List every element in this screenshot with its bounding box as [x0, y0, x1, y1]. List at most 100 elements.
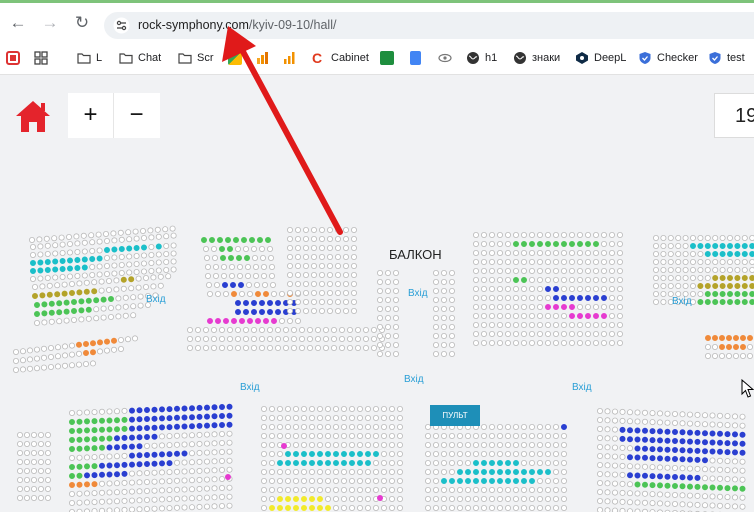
seat[interactable]	[44, 250, 51, 257]
seat[interactable]	[45, 494, 52, 501]
seat[interactable]	[488, 258, 495, 265]
seat[interactable]	[604, 435, 611, 442]
seat[interactable]	[732, 440, 739, 447]
seat[interactable]	[702, 412, 709, 419]
seat[interactable]	[108, 295, 115, 302]
seat[interactable]	[83, 349, 90, 356]
seat[interactable]	[83, 279, 90, 286]
seat[interactable]	[234, 326, 241, 333]
seat[interactable]	[114, 471, 121, 478]
seat[interactable]	[396, 441, 403, 448]
seat[interactable]	[310, 280, 317, 287]
seat[interactable]	[133, 268, 140, 275]
seat[interactable]	[472, 459, 479, 466]
seat[interactable]	[157, 273, 164, 280]
seat[interactable]	[268, 405, 275, 412]
seat[interactable]	[34, 319, 41, 326]
seat[interactable]	[302, 271, 309, 278]
seat[interactable]	[108, 304, 115, 311]
seat[interactable]	[356, 504, 363, 511]
seat[interactable]	[143, 433, 150, 440]
seat[interactable]	[186, 344, 193, 351]
seat[interactable]	[136, 407, 143, 414]
seat[interactable]	[593, 321, 600, 328]
seat[interactable]	[286, 253, 293, 260]
seat[interactable]	[464, 450, 471, 457]
seat[interactable]	[48, 309, 55, 316]
seat[interactable]	[91, 445, 98, 452]
seat[interactable]	[480, 249, 487, 256]
seat[interactable]	[376, 332, 383, 339]
seat[interactable]	[577, 258, 584, 265]
seat[interactable]	[166, 505, 173, 512]
seat[interactable]	[709, 475, 716, 482]
seat[interactable]	[218, 502, 225, 509]
seat[interactable]	[220, 272, 227, 279]
seat[interactable]	[44, 242, 51, 249]
site-settings-icon[interactable]	[113, 17, 130, 34]
seat[interactable]	[553, 231, 560, 238]
seat[interactable]	[128, 276, 135, 283]
seat[interactable]	[23, 494, 30, 501]
seat[interactable]	[194, 344, 201, 351]
seat[interactable]	[326, 226, 333, 233]
seat[interactable]	[76, 436, 83, 443]
seat[interactable]	[702, 430, 709, 437]
seat[interactable]	[619, 471, 626, 478]
seat[interactable]	[110, 230, 117, 237]
seat[interactable]	[342, 271, 349, 278]
seat[interactable]	[529, 339, 536, 346]
seat[interactable]	[448, 314, 455, 321]
seat[interactable]	[30, 449, 37, 456]
seat[interactable]	[29, 259, 36, 266]
seat[interactable]	[496, 495, 503, 502]
seat[interactable]	[128, 443, 135, 450]
seat[interactable]	[268, 486, 275, 493]
seat[interactable]	[284, 468, 291, 475]
seat[interactable]	[380, 468, 387, 475]
seat[interactable]	[74, 248, 81, 255]
seat[interactable]	[545, 312, 552, 319]
seat[interactable]	[316, 423, 323, 430]
seat[interactable]	[240, 236, 247, 243]
seat[interactable]	[634, 472, 641, 479]
seat[interactable]	[260, 468, 267, 475]
seat[interactable]	[196, 449, 203, 456]
seat[interactable]	[521, 321, 528, 328]
seat[interactable]	[649, 473, 656, 480]
seat[interactable]	[16, 485, 23, 492]
seat[interactable]	[529, 303, 536, 310]
seat[interactable]	[342, 262, 349, 269]
seat[interactable]	[724, 449, 731, 456]
seat[interactable]	[16, 458, 23, 465]
seat[interactable]	[342, 253, 349, 260]
seat[interactable]	[712, 242, 719, 249]
seat[interactable]	[69, 289, 76, 296]
seat[interactable]	[719, 242, 726, 249]
seat[interactable]	[601, 240, 608, 247]
seat[interactable]	[675, 234, 682, 241]
seat[interactable]	[694, 429, 701, 436]
seat[interactable]	[332, 450, 339, 457]
seat[interactable]	[504, 276, 511, 283]
seat[interactable]	[448, 486, 455, 493]
seat[interactable]	[45, 440, 52, 447]
seat[interactable]	[84, 409, 91, 416]
seat[interactable]	[732, 485, 739, 492]
seat[interactable]	[448, 296, 455, 303]
seat[interactable]	[140, 268, 147, 275]
seat[interactable]	[682, 274, 689, 281]
seat[interactable]	[166, 478, 173, 485]
seat[interactable]	[204, 272, 211, 279]
seat[interactable]	[456, 504, 463, 511]
seat[interactable]	[617, 321, 624, 328]
seat[interactable]	[619, 435, 626, 442]
seat[interactable]	[235, 254, 242, 261]
seat[interactable]	[577, 267, 584, 274]
seat[interactable]	[211, 494, 218, 501]
seat[interactable]	[52, 274, 59, 281]
seat[interactable]	[96, 255, 103, 262]
seat[interactable]	[181, 414, 188, 421]
seat[interactable]	[601, 312, 608, 319]
seat[interactable]	[91, 436, 98, 443]
